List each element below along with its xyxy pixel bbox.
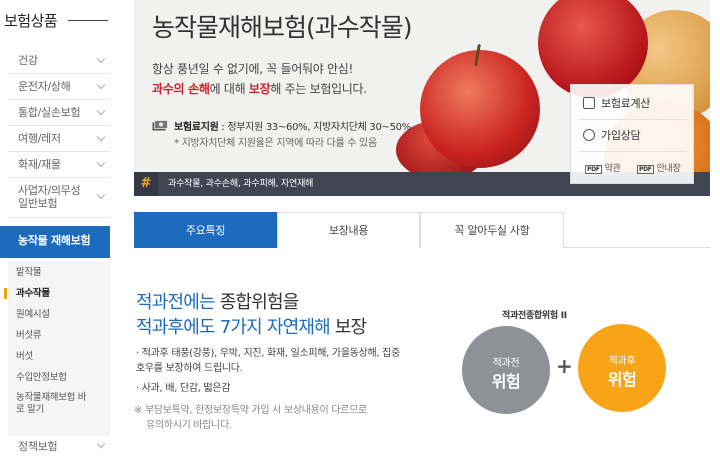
circle-label: 적과전 bbox=[492, 358, 520, 369]
tab-important-notes[interactable]: 꼭 알아두실 사항 bbox=[420, 212, 564, 248]
page: 보험상품 건강 운전자/상해 통합/실손보험 여행/레저 화재/재물 사업자/의… bbox=[0, 0, 720, 462]
bullet-item: · 사과, 배, 단감, 떫은감 bbox=[136, 383, 231, 394]
consult-button[interactable]: 가입상담 bbox=[583, 127, 641, 143]
divider bbox=[579, 151, 687, 152]
headline-text: 종합위험을 bbox=[214, 292, 300, 313]
sidebar-item-travel[interactable]: 여행/레저 bbox=[8, 126, 110, 152]
circle-label: 적과후 bbox=[608, 356, 636, 367]
disclaimer-note: ※ 부담보특약, 한정보장특약 가입 시 보상내용이 다르므로 유의하시기 바랍… bbox=[134, 403, 414, 433]
circle-title: 위험 bbox=[607, 370, 637, 389]
subsidy-note: * 지방자치단체 지원율은 지역에 따라 다를 수 있음 bbox=[174, 138, 377, 149]
banner-text: 해 주는 보험입니다. bbox=[270, 82, 367, 96]
sidebar-item-label: 사업자/의무성 일반보험 bbox=[18, 184, 81, 210]
calculator-icon bbox=[583, 97, 595, 109]
quick-menu: 보험료계산 가입상담 PDF 약관 PDF 안내장 bbox=[570, 84, 694, 184]
tab-coverage[interactable]: 보장내용 bbox=[277, 212, 420, 248]
chevron-down-icon bbox=[96, 158, 106, 168]
sidebar-item-label: 화재/재물 bbox=[18, 158, 61, 171]
sidebar-title: 보험상품 bbox=[4, 12, 58, 30]
consult-label: 가입상담 bbox=[601, 129, 641, 142]
sidebar-item-business[interactable]: 사업자/의무성 일반보험 bbox=[8, 178, 110, 218]
chevron-down-icon bbox=[96, 132, 106, 142]
sidebar-item-label: 건강 bbox=[18, 54, 38, 67]
terms-pdf-label: 약관 bbox=[604, 164, 621, 174]
headline-highlight: 적과후에도 7가지 자연재해 bbox=[136, 317, 331, 338]
plus-icon: + bbox=[556, 354, 573, 378]
headline-highlight: 적과전에는 bbox=[136, 292, 216, 313]
divider bbox=[579, 119, 687, 120]
banner-highlight: 과수의 손해 bbox=[152, 82, 210, 96]
pdf-icon: PDF bbox=[585, 165, 602, 174]
premium-calculator-label: 보험료계산 bbox=[601, 97, 651, 110]
hash-icon: # bbox=[134, 172, 158, 196]
chevron-down-icon bbox=[96, 190, 106, 200]
feature-headline: 적과전에는 종합위험을 적과후에도 7가지 자연재해 보장 bbox=[136, 290, 367, 340]
chevron-down-icon bbox=[96, 106, 106, 116]
chevron-down-icon bbox=[96, 80, 106, 90]
sidebar: 보험상품 건강 운전자/상해 통합/실손보험 여행/레저 화재/재물 사업자/의… bbox=[0, 0, 112, 462]
sidebar-item-policy[interactable]: 정책보험 bbox=[8, 438, 110, 454]
sidebar-item-health[interactable]: 건강 bbox=[8, 48, 110, 74]
sidebar-title-divider bbox=[68, 20, 108, 21]
brochure-pdf-link[interactable]: PDF 안내장 bbox=[637, 161, 681, 174]
post-thinning-risk-circle: 적과후 위험 bbox=[578, 324, 666, 412]
sidebar-item-crop-insurance[interactable]: 농작물 재해보험 bbox=[0, 226, 110, 258]
terms-pdf-link[interactable]: PDF 약관 bbox=[585, 161, 621, 174]
content-tabs: 주요특징 보장내용 꼭 알아두실 사항 bbox=[134, 212, 710, 248]
diagram-caption: 적과전종합위험 II bbox=[502, 311, 567, 321]
page-title: 농작물재해보험(과수작물) bbox=[152, 13, 413, 42]
sidebar-item-driver[interactable]: 운전자/상해 bbox=[8, 74, 110, 100]
product-banner: 농작물재해보험(과수작물) 항상 풍년일 수 없기에, 꼭 들어둬야 안심! 과… bbox=[134, 0, 710, 196]
submenu-item-field-crops[interactable]: 밭작물 bbox=[8, 262, 110, 283]
submenu-item-greenhouse[interactable]: 원예시설 bbox=[8, 304, 110, 325]
banner-description: 과수의 손해에 대해 보장해 주는 보험입니다. bbox=[152, 80, 367, 97]
subsidy-label: 보험료지원 bbox=[174, 122, 219, 133]
chevron-down-icon bbox=[96, 439, 106, 449]
submenu-item-crop-guide[interactable]: 농작물재해보험 바로 알기 bbox=[8, 388, 88, 420]
sidebar-menu: 건강 운전자/상해 통합/실손보험 여행/레저 화재/재물 사업자/의무성 일반… bbox=[8, 48, 110, 218]
banner-tagline: 항상 풍년일 수 없기에, 꼭 들어둬야 안심! bbox=[152, 62, 353, 76]
banner-text: 에 대해 bbox=[209, 82, 249, 96]
money-icon bbox=[152, 120, 168, 131]
submenu-item-mushroom-types[interactable]: 버섯류 bbox=[8, 325, 110, 346]
tab-key-features[interactable]: 주요특징 bbox=[134, 212, 277, 248]
note-line: ※ 부담보특약, 한정보장특약 가입 시 보상내용이 다르므로 bbox=[134, 405, 367, 416]
sidebar-submenu: 밭작물 과수작물 원예시설 버섯류 버섯 수입안정보험 농작물재해보험 바로 알… bbox=[4, 262, 110, 436]
chat-icon bbox=[583, 129, 595, 141]
subsidy-info: 보험료지원 : 정부지원 33~60%, 지방자치단체 30~50% bbox=[174, 118, 411, 133]
sidebar-item-label: 여행/레저 bbox=[18, 132, 61, 145]
note-line: 유의하시기 바랍니다. bbox=[146, 420, 232, 431]
brochure-pdf-label: 안내장 bbox=[656, 164, 681, 174]
premium-calculator-button[interactable]: 보험료계산 bbox=[583, 95, 650, 111]
keyword-tags: 과수작물, 과수손해, 과수피해, 자연재해 bbox=[168, 179, 314, 189]
banner-highlight: 보장 bbox=[248, 82, 271, 96]
feature-bullets: · 적과후 태풍(강풍), 우박, 지진, 화재, 일소피해, 가을동상해, 집… bbox=[136, 346, 408, 396]
apple-image bbox=[420, 50, 540, 168]
pre-thinning-risk-circle: 적과전 위험 bbox=[462, 326, 550, 414]
sidebar-item-label: 정책보험 bbox=[18, 440, 58, 453]
sidebar-item-label: 통합/실손보험 bbox=[18, 106, 81, 119]
bullet-item: · 적과후 태풍(강풍), 우박, 지진, 화재, 일소피해, 가을동상해, 집… bbox=[136, 348, 400, 374]
sidebar-item-label: 운전자/상해 bbox=[18, 80, 71, 93]
sidebar-item-integrated[interactable]: 통합/실손보험 bbox=[8, 100, 110, 126]
headline-text: 보장 bbox=[329, 317, 367, 338]
submenu-item-income-stability[interactable]: 수입안정보험 bbox=[8, 367, 110, 388]
circle-title: 위험 bbox=[491, 372, 521, 391]
subsidy-text: : 정부지원 33~60%, 지방자치단체 30~50% bbox=[218, 122, 411, 133]
submenu-item-fruit-crops[interactable]: 과수작물 bbox=[4, 283, 110, 304]
chevron-down-icon bbox=[96, 54, 106, 64]
sidebar-item-fire[interactable]: 화재/재물 bbox=[8, 152, 110, 178]
submenu-item-mushroom[interactable]: 버섯 bbox=[8, 346, 110, 367]
pdf-icon: PDF bbox=[637, 165, 654, 174]
